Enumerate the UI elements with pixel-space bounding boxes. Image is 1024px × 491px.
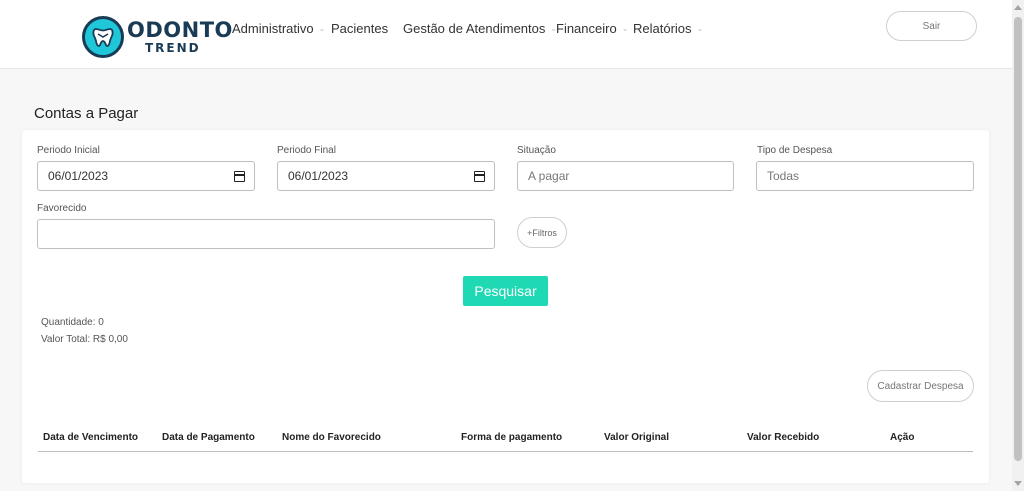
filters-card: Periodo Inicial 06/01/2023 Periodo Final…	[22, 130, 989, 483]
payee-input[interactable]	[37, 219, 495, 249]
brand-subtitle: TREND	[145, 41, 201, 55]
status-label: Situação	[517, 145, 556, 156]
nav-item-label: Administrativo	[232, 21, 314, 36]
vertical-scrollbar[interactable]	[1012, 0, 1024, 491]
column-header-payment-date[interactable]: Data de Pagamento	[162, 432, 255, 443]
scroll-up-arrow-icon[interactable]	[1014, 5, 1022, 10]
status-value: A pagar	[528, 169, 570, 183]
column-header-due-date[interactable]: Data de Vencimento	[43, 432, 138, 443]
page-title: Contas a Pagar	[34, 105, 139, 122]
nav-item-label: Relatórios	[633, 21, 692, 36]
calendar-icon[interactable]	[474, 171, 485, 182]
chevron-down-icon: ⌄	[696, 24, 704, 33]
column-header-original-value[interactable]: Valor Original	[604, 432, 669, 443]
column-header-received-value[interactable]: Valor Recebido	[747, 432, 819, 443]
total-value-text: Valor Total: R$ 0,00	[41, 334, 128, 345]
expense-type-label: Tipo de Despesa	[757, 145, 833, 156]
nav-item-gestao-de-atendimentos[interactable]: Gestão de Atendimentos ⌄	[403, 21, 557, 36]
more-filters-button[interactable]: +Filtros	[517, 217, 567, 248]
nav-item-financeiro[interactable]: Financeiro ⌄	[556, 21, 628, 36]
nav-item-label: Financeiro	[556, 21, 617, 36]
nav-item-label: Gestão de Atendimentos	[403, 21, 546, 36]
end-date-label: Periodo Final	[277, 145, 336, 156]
scroll-down-arrow-icon[interactable]	[1014, 481, 1022, 486]
logout-button[interactable]: Sair	[886, 11, 977, 41]
nav-item-relatorios[interactable]: Relatórios ⌄	[633, 21, 703, 36]
payee-label: Favorecido	[37, 203, 87, 214]
search-button[interactable]: Pesquisar	[463, 276, 548, 306]
nav-item-pacientes[interactable]: Pacientes	[331, 21, 388, 36]
end-date-field[interactable]: 06/01/2023	[277, 161, 495, 191]
column-header-action: Ação	[890, 432, 915, 443]
scrollbar-thumb[interactable]	[1014, 17, 1022, 461]
column-header-payment-method[interactable]: Forma de pagamento	[461, 432, 562, 443]
table-header-row: Data de Vencimento Data de Pagamento Nom…	[38, 428, 973, 452]
chevron-down-icon: ⌄	[318, 24, 326, 33]
end-date-value: 06/01/2023	[288, 169, 349, 183]
start-date-value: 06/01/2023	[48, 169, 109, 183]
chevron-down-icon: ⌄	[621, 24, 629, 33]
calendar-icon[interactable]	[234, 171, 245, 182]
expense-type-select[interactable]: Todas	[756, 161, 974, 191]
add-expense-button[interactable]: Cadastrar Despesa	[867, 370, 974, 402]
column-header-payee-name[interactable]: Nome do Favorecido	[282, 432, 381, 443]
brand-name: ODONTO	[127, 18, 233, 42]
top-navigation-bar: ODONTO TREND Administrativo ⌄ Pacientes …	[0, 0, 1012, 69]
status-select[interactable]: A pagar	[517, 161, 734, 191]
expense-type-value: Todas	[767, 169, 800, 183]
tooth-icon	[82, 16, 124, 58]
quantity-text: Quantidade: 0	[41, 317, 104, 328]
brand-logo[interactable]: ODONTO TREND	[82, 15, 233, 59]
start-date-label: Periodo Inicial	[37, 145, 100, 156]
nav-item-administrativo[interactable]: Administrativo ⌄	[232, 21, 325, 36]
start-date-field[interactable]: 06/01/2023	[37, 161, 255, 191]
nav-item-label: Pacientes	[331, 21, 389, 36]
